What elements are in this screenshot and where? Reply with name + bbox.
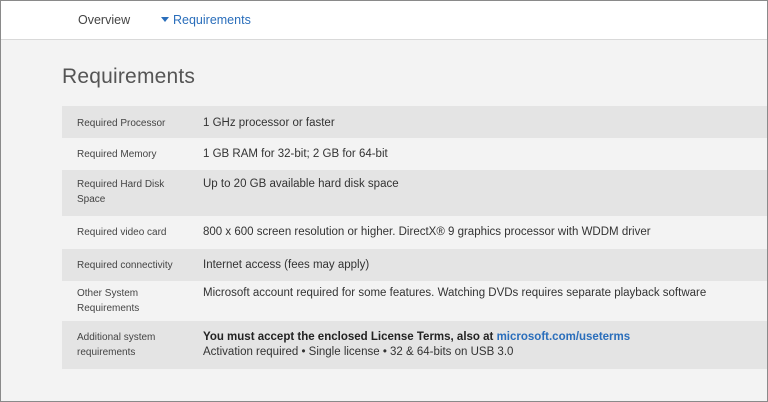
activation-text: Activation required • Single license • 3… [203,346,514,358]
requirement-row-additional: Additional system requirements You must … [62,321,767,369]
requirement-row-connectivity: Required connectivity Internet access (f… [62,249,767,281]
license-terms-text: You must accept the enclosed License Ter… [203,331,494,343]
requirement-label: Required Processor [77,118,166,129]
requirement-value: 1 GB RAM for 32-bit; 2 GB for 64-bit [203,148,388,160]
tab-overview[interactable]: Overview [78,13,130,27]
requirement-label: Other System Requirements [77,288,140,314]
requirement-row-other: Other System Requirements Microsoft acco… [62,281,767,321]
requirement-label: Required video card [77,227,167,238]
requirement-label: Required Hard Disk Space [77,179,165,205]
tab-bar: Overview Requirements [1,1,767,40]
requirement-row-hard-disk: Required Hard Disk Space Up to 20 GB ava… [62,170,767,216]
requirement-value: You must accept the enclosed License Ter… [203,330,767,369]
requirement-label: Required connectivity [77,260,173,271]
requirement-value: Internet access (fees may apply) [203,259,370,271]
caret-down-icon [161,17,169,22]
requirement-value: Up to 20 GB available hard disk space [203,178,399,190]
requirement-value: 1 GHz processor or faster [203,117,335,129]
requirement-value: 800 x 600 screen resolution or higher. D… [203,226,651,238]
useterms-link[interactable]: microsoft.com/useterms [497,331,631,343]
requirement-row-processor: Required Processor 1 GHz processor or fa… [62,106,767,138]
requirement-label: Additional system requirements [77,332,156,358]
requirements-table: Required Processor 1 GHz processor or fa… [62,106,767,369]
requirement-row-memory: Required Memory 1 GB RAM for 32-bit; 2 G… [62,138,767,170]
requirement-value: Microsoft account required for some feat… [203,287,707,299]
tab-requirements[interactable]: Requirements [161,13,251,27]
page-title: Requirements [62,65,196,88]
tab-requirements-label: Requirements [173,13,251,27]
requirement-label: Required Memory [77,149,157,160]
requirement-row-video-card: Required video card 800 x 600 screen res… [62,216,767,249]
